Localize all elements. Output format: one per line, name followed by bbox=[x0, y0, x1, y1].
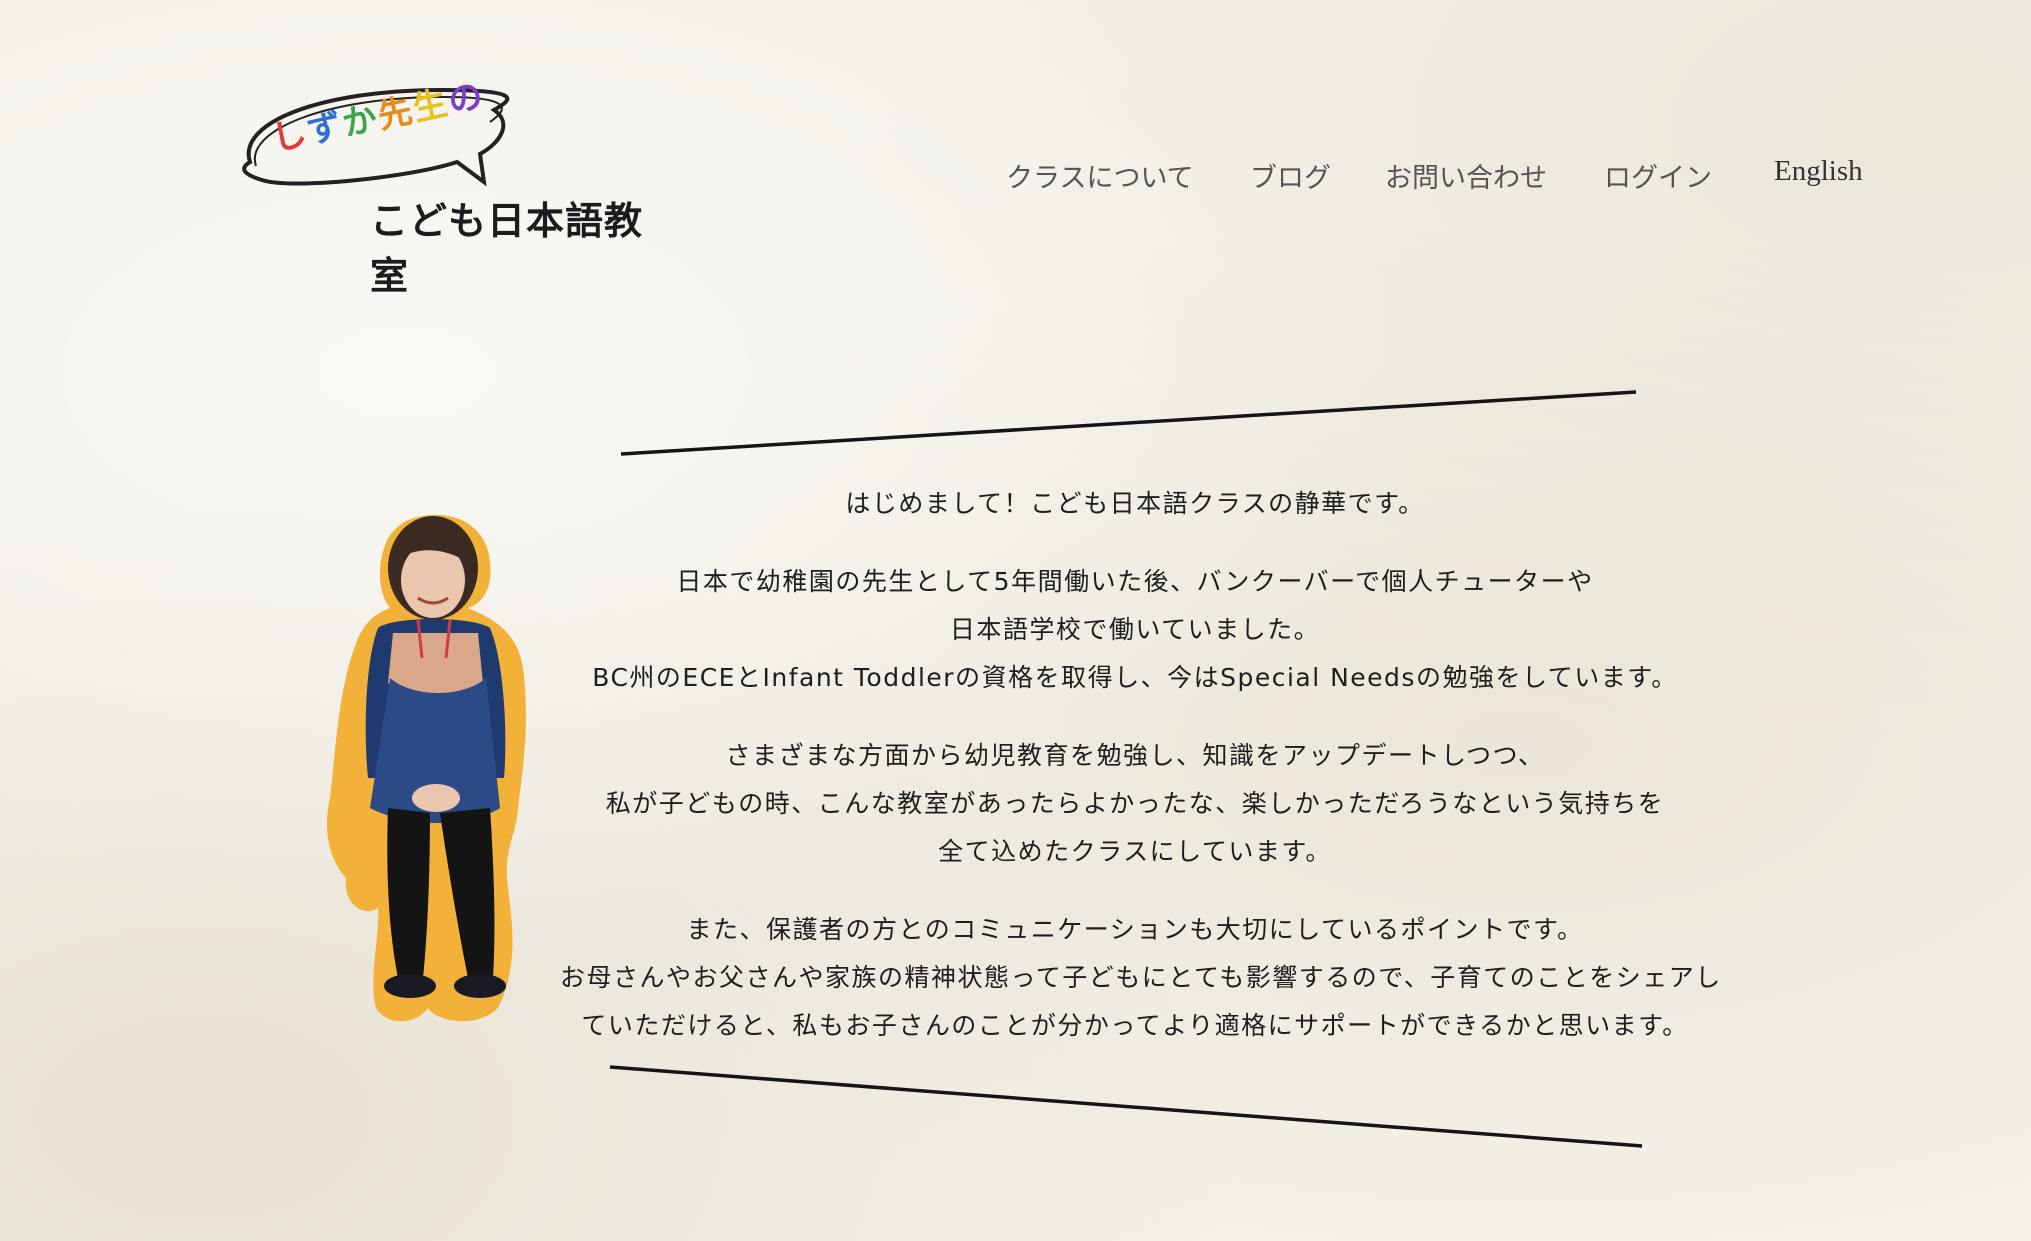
left-shoe bbox=[384, 974, 436, 998]
intro-line: また、保護者の方とのコミュニケーションも大切にしているポイントです。 bbox=[686, 915, 1584, 944]
nav-item-blog[interactable]: ブログ bbox=[1250, 156, 1331, 195]
nav-item-class-info[interactable]: クラスについて bbox=[1006, 156, 1194, 195]
intro-line: さまざまな方面から幼児教育を勉強し、知識をアップデートしつつ、 bbox=[725, 741, 1545, 770]
top-divider bbox=[620, 390, 1637, 456]
nav-item-login[interactable]: ログイン bbox=[1604, 156, 1712, 195]
intro-line: はじめまして！こども日本語クラスの静華です。 bbox=[845, 489, 1425, 518]
main-nav: クラスについて ブログ お問い合わせ ログイン English bbox=[1000, 155, 1880, 196]
teacher-photo bbox=[326, 514, 526, 1022]
apron-trim bbox=[388, 633, 483, 695]
intro-paragraph: さまざまな方面から幼児教育を勉強し、知識をアップデートしつつ、 私が子どもの時、… bbox=[560, 732, 1710, 876]
intro-line: ていただけると、私もお子さんのことが分かってより適格にサポートができるかと思いま… bbox=[581, 1011, 1689, 1040]
intro-line: BC州のECEとInfant Toddlerの資格を取得し、今はSpecial … bbox=[592, 663, 1678, 692]
right-shoe bbox=[454, 974, 506, 998]
intro-section: はじめまして！こども日本語クラスの静華です。 日本で幼稚園の先生として5年間働い… bbox=[560, 480, 1722, 1080]
logo-subtitle: こども日本語教室 bbox=[370, 199, 644, 298]
site-logo[interactable]: しずか先生の こども日本語教室 bbox=[232, 75, 662, 298]
nav-item-english[interactable]: English bbox=[1774, 155, 1863, 188]
intro-paragraph: また、保護者の方とのコミュニケーションも大切にしているポイントです。 お母さんや… bbox=[560, 906, 1722, 1050]
intro-line: お母さんやお父さんや家族の精神状態って子どもにとても影響するので、子育てのことを… bbox=[560, 963, 1722, 992]
intro-line: 私が子どもの時、こんな教室があったらよかったな、楽しかっただろうなという気持ちを bbox=[605, 789, 1665, 818]
intro-line: 全て込めたクラスにしています。 bbox=[938, 837, 1332, 866]
left-leg bbox=[387, 808, 430, 978]
nav-item-contact[interactable]: お問い合わせ bbox=[1385, 156, 1547, 195]
intro-line: 日本で幼稚園の先生として5年間働いた後、バンクーバーで個人チューターや bbox=[676, 567, 1594, 596]
hands bbox=[412, 784, 460, 812]
intro-paragraph: はじめまして！こども日本語クラスの静華です。 bbox=[560, 480, 1710, 528]
intro-line: 日本語学校で働いていました。 bbox=[949, 615, 1321, 644]
intro-paragraph: 日本で幼稚園の先生として5年間働いた後、バンクーバーで個人チューターや 日本語学… bbox=[560, 558, 1710, 702]
